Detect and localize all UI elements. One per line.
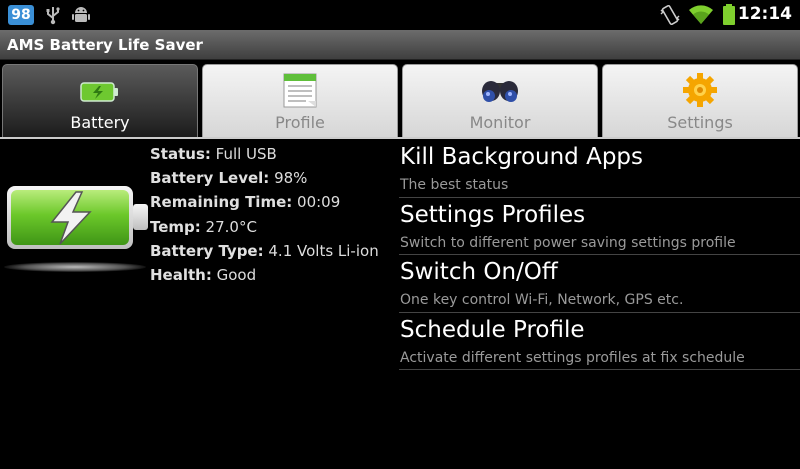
menu-item-subtitle: Activate different settings profiles at … xyxy=(400,349,745,366)
tab-monitor[interactable]: Monitor xyxy=(402,64,598,139)
feature-menu: Kill Background Apps The best status Set… xyxy=(399,140,800,371)
info-status: Status: Full USB xyxy=(150,145,277,163)
info-temp: Temp: 27.0°C xyxy=(150,217,257,236)
menu-item-title: Settings Profiles xyxy=(400,201,586,228)
app-title-bar: AMS Battery Life Saver xyxy=(0,30,800,60)
info-remaining-time: Remaining Time: 00:09 xyxy=(150,193,341,212)
menu-item-subtitle: Switch to different power saving setting… xyxy=(400,234,736,251)
wifi-icon xyxy=(688,4,714,30)
menu-item-subtitle: The best status xyxy=(400,177,509,193)
usb-icon xyxy=(44,5,62,29)
info-health: Health: Good xyxy=(150,266,257,285)
menu-item-title: Schedule Profile xyxy=(400,316,585,343)
menu-switch-on-off[interactable]: Switch On/Off One key control Wi-Fi, Net… xyxy=(399,255,800,313)
notification-count-badge: 98 xyxy=(8,5,34,25)
menu-item-title: Switch On/Off xyxy=(400,259,558,286)
gear-icon xyxy=(681,71,719,113)
status-bar: 98 12:14 xyxy=(0,0,800,30)
battery-status-icon xyxy=(722,4,736,30)
menu-item-title: Kill Background Apps xyxy=(400,144,644,170)
binoculars-icon xyxy=(480,77,520,111)
android-debug-icon xyxy=(72,5,90,29)
tab-profile-label: Profile xyxy=(275,113,325,132)
info-battery-level: Battery Level: 98% xyxy=(150,169,308,188)
battery-info-panel: Status: Full USB Battery Level: 98% Rema… xyxy=(150,142,379,287)
vibrate-icon xyxy=(659,4,681,30)
tab-settings-label: Settings xyxy=(667,113,733,132)
menu-schedule-profile[interactable]: Schedule Profile Activate different sett… xyxy=(399,313,800,371)
tab-bar: Battery Profile Monitor Settings xyxy=(0,62,800,139)
clock: 12:14 xyxy=(737,4,792,24)
tab-settings[interactable]: Settings xyxy=(602,64,798,139)
menu-item-subtitle: One key control Wi-Fi, Network, GPS etc. xyxy=(400,292,684,309)
app-title: AMS Battery Life Saver xyxy=(7,36,203,54)
battery-reflection xyxy=(4,262,146,272)
tab-battery[interactable]: Battery xyxy=(2,64,198,139)
menu-kill-background-apps[interactable]: Kill Background Apps The best status xyxy=(399,140,800,198)
menu-settings-profiles[interactable]: Settings Profiles Switch to different po… xyxy=(399,198,800,256)
battery-icon xyxy=(80,81,120,107)
profile-sheet-icon xyxy=(281,71,319,113)
large-battery-icon xyxy=(6,184,152,256)
tab-underline xyxy=(0,137,800,139)
info-battery-type: Battery Type: 4.1 Volts Li-ion xyxy=(150,241,379,260)
tab-monitor-label: Monitor xyxy=(469,113,531,132)
tab-battery-label: Battery xyxy=(70,113,130,132)
tab-profile[interactable]: Profile xyxy=(202,64,398,139)
